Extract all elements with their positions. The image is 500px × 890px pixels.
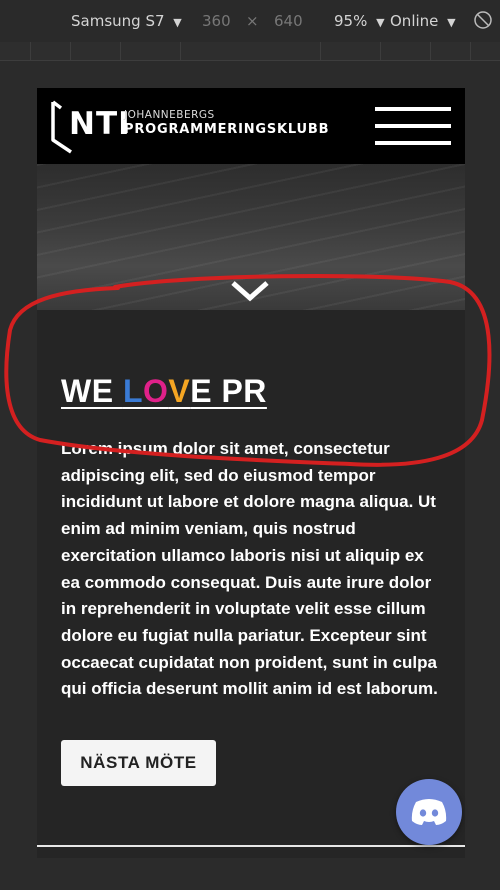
discord-button[interactable] [396,779,462,845]
height-input[interactable]: 640 [274,12,303,30]
zoom-select-label: 95% [334,12,368,30]
site-header: NTI JOHANNEBERGS PROGRAMMERINGSKLUBB [37,88,465,164]
discord-icon [411,799,447,825]
times-symbol: × [246,12,259,30]
main-content: WE LOVE PR Lorem ipsum dolor sit amet, c… [61,373,451,703]
headline-letter-l: L [122,373,143,409]
headline-part: WE [61,373,123,409]
logo-subtitle: JOHANNEBERGS [124,109,215,121]
network-select[interactable]: Online ▼ [390,12,456,30]
caret-down-icon: ▼ [173,16,182,29]
zoom-select[interactable]: 95% ▼ [334,12,385,30]
hero-image [37,164,465,310]
device-select-label: Samsung S7 [71,12,165,30]
chevron-down-icon[interactable] [230,280,270,302]
device-viewport: NTI JOHANNEBERGS PROGRAMMERINGSKLUBB WE … [37,88,465,858]
caret-down-icon: ▼ [376,16,385,29]
rotate-icon[interactable] [473,10,493,30]
width-input[interactable]: 360 [202,12,231,30]
logo-title: PROGRAMMERINGSKLUBB [124,122,330,137]
network-select-label: Online [390,12,439,30]
logo-text: NTI [69,106,131,142]
caret-down-icon: ▼ [447,16,456,29]
headline: WE LOVE PR [61,373,451,410]
body-paragraph: Lorem ipsum dolor sit amet, consectetur … [61,439,438,699]
media-query-ruler [0,42,500,61]
next-meeting-button[interactable]: NÄSTA MÖTE [61,740,216,786]
hamburger-icon[interactable] [375,107,451,145]
device-select[interactable]: Samsung S7 ▼ [71,12,182,30]
headline-letter-o: O [142,373,169,409]
device-toolbar: Samsung S7 ▼ 360 × 640 95% ▼ Online ▼ [0,0,500,43]
headline-part: E PR [190,373,267,409]
divider [37,845,465,847]
headline-letter-v: V [168,373,191,409]
